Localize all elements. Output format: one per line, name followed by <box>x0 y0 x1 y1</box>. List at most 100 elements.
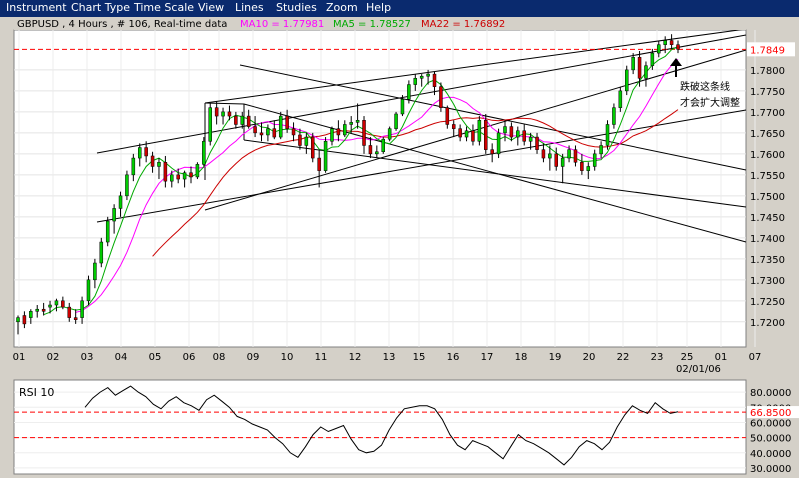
candle-body-up <box>182 172 187 180</box>
candle-body-up <box>131 157 136 176</box>
candle-body-down <box>471 130 475 142</box>
price-tick-label: 1.7250 <box>750 297 785 308</box>
candle-body-down <box>509 126 514 138</box>
candle-body-down <box>362 120 366 146</box>
candle <box>624 65 629 96</box>
rsi-title: RSI 10 <box>19 386 54 399</box>
rsi-tick-label: 30.0000 <box>750 464 791 475</box>
candle-body-up <box>567 149 571 159</box>
time-tick-label: 01 <box>13 352 26 363</box>
candle-body-up <box>394 113 398 129</box>
candle-body-down <box>67 306 72 318</box>
time-tick-label: 19 <box>549 352 562 363</box>
candle-body-down <box>189 172 193 178</box>
candle-body-down <box>61 300 65 308</box>
price-tick-label: 1.7550 <box>750 171 785 182</box>
annotation-line-1: 跌破这条线 <box>680 80 730 93</box>
candle-body-down <box>432 73 437 87</box>
candle-body-up <box>118 195 123 209</box>
candle-body-up <box>304 136 309 146</box>
candle-body-up <box>624 69 629 92</box>
rsi-panel[interactable] <box>13 379 747 475</box>
candle-body-up <box>278 115 283 138</box>
candle-body-up <box>99 241 104 264</box>
candle-body-down <box>317 157 321 171</box>
candle-body-up <box>612 107 616 125</box>
time-tick-label: 11 <box>315 352 328 363</box>
time-tick-label: 03 <box>81 352 94 363</box>
candle <box>86 275 91 306</box>
candle-body-down <box>291 128 296 136</box>
rsi-tick-label: 60.0000 <box>750 418 791 429</box>
menu-item-studies[interactable]: Studies <box>276 1 317 14</box>
candle-body-down <box>144 147 148 157</box>
candle-body-up <box>221 111 225 117</box>
menu-item-view[interactable]: View <box>198 1 224 14</box>
candle-body-down <box>227 111 232 117</box>
candle-body-down <box>637 57 642 79</box>
time-tick-label: 09 <box>247 352 260 363</box>
menu-item-help[interactable]: Help <box>366 1 391 14</box>
candle-body-up <box>560 157 565 167</box>
price-tick-label: 1.7650 <box>750 129 785 140</box>
candle-body-down <box>253 126 257 134</box>
candle-body-down <box>259 132 264 136</box>
candle-body-up <box>657 44 661 54</box>
candle-body-up <box>599 145 603 155</box>
candle-body-down <box>285 115 289 129</box>
time-tick-label: 22 <box>617 352 630 363</box>
candle-body-up <box>496 132 501 155</box>
candle-body-down <box>484 120 488 150</box>
time-tick-label: 23 <box>651 352 664 363</box>
candle-body-down <box>368 145 373 155</box>
candle-body-up <box>618 90 623 108</box>
candle-body-up <box>323 141 328 171</box>
menu-item-instrument[interactable]: Instrument <box>6 1 67 14</box>
rsi-current-label: 66.8500 <box>750 408 791 419</box>
candle-body-down <box>22 315 27 325</box>
candle-body-down <box>150 155 155 167</box>
candle-body-up <box>548 153 552 159</box>
candle-body-up <box>426 73 430 77</box>
menu-item-lines[interactable]: Lines <box>235 1 264 14</box>
candle-body-up <box>330 128 334 142</box>
time-tick-label: 12 <box>349 352 362 363</box>
rsi-tick-label: 80.0000 <box>750 388 791 399</box>
candle <box>278 111 283 140</box>
candle-body-down <box>163 162 168 182</box>
candle-body-up <box>195 164 200 178</box>
candle <box>311 132 315 163</box>
candle-body-up <box>477 120 482 142</box>
menu-item-zoom[interactable]: Zoom <box>326 1 358 14</box>
time-tick-label: 16 <box>447 352 460 363</box>
candle <box>208 103 212 146</box>
price-panel[interactable] <box>13 29 747 348</box>
candle <box>394 111 398 131</box>
ma10-label: MA10 = 1.77981 <box>240 19 324 30</box>
candle-body-up <box>464 130 469 138</box>
candle-body-up <box>407 84 411 100</box>
candle-body-down <box>272 128 277 138</box>
candle-body-up <box>413 78 418 85</box>
candle-body-up <box>93 262 97 281</box>
menu-item-time-scale[interactable]: Time Scale <box>134 1 194 14</box>
instrument-info: GBPUSD , 4 Hours , # 106, Real-time data <box>17 19 227 30</box>
candle-body-up <box>266 128 270 136</box>
menu-bar: Instrument Chart Type Time Scale View Li… <box>0 0 799 17</box>
menu-item-chart-type[interactable]: Chart Type <box>71 1 130 14</box>
candle-body-up <box>202 141 206 165</box>
candle-body-up <box>54 300 59 306</box>
candle-body-up <box>516 130 520 138</box>
chart-area[interactable]: 1.7200 1.7250 1.7300 1.7350 1.7400 1.7450 1.75… <box>0 17 799 478</box>
candle <box>105 216 110 247</box>
candle <box>477 116 482 146</box>
candle-body-down <box>41 308 46 312</box>
candle-body-up <box>29 311 33 318</box>
time-tick-label: 10 <box>281 352 294 363</box>
candle <box>496 128 501 159</box>
candle-body-up <box>48 304 52 308</box>
candle-body-up <box>349 122 353 125</box>
time-tick-label: 04 <box>115 352 128 363</box>
time-tick-label: 02 <box>47 352 60 363</box>
candle-body-up <box>381 138 385 153</box>
